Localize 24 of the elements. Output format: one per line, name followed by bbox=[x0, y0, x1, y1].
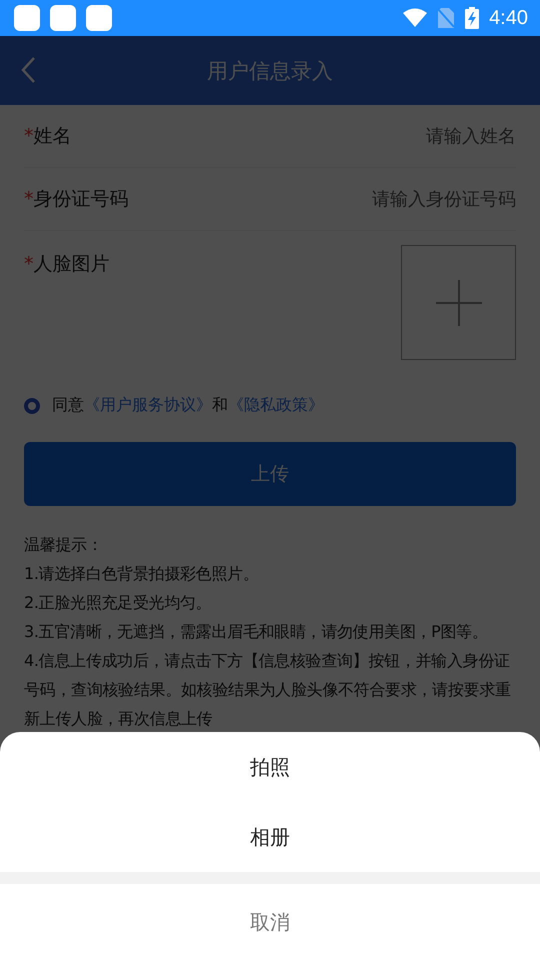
sheet-option[interactable]: 相册 bbox=[0, 802, 540, 872]
agree-radio[interactable] bbox=[24, 398, 40, 414]
tip-text: 2.正脸光照充足受光均匀。 bbox=[24, 592, 212, 614]
field-label: *人脸图片 bbox=[24, 252, 110, 277]
page-title: 用户信息录入 bbox=[207, 58, 333, 84]
tip-text: 3.五官清晰，无遮挡，需露出眉毛和眼睛，请勿使用美图，P图等。 bbox=[24, 621, 489, 643]
notification-icon bbox=[14, 5, 40, 31]
tip-text: 温馨提示： bbox=[24, 534, 104, 556]
notification-icon bbox=[50, 5, 76, 31]
tip-text: 4.信息上传成功后，请点击下方【信息核验查询】按钮，并输入身份证号码，查询核验结果。如核验结果为人脸头像不符合要求，请按要求重新上传人脸，再次信息上传 bbox=[24, 650, 512, 730]
cancel-button[interactable]: 取消 bbox=[0, 884, 540, 960]
field-label: *身份证号码 bbox=[24, 187, 128, 212]
add-photo-button[interactable] bbox=[401, 245, 516, 360]
sheet-option[interactable]: 拍照 bbox=[0, 732, 540, 802]
battery-charging-icon bbox=[465, 7, 480, 29]
notification-icon bbox=[86, 5, 112, 31]
plus-icon bbox=[436, 280, 482, 326]
clock: 4:40 bbox=[489, 6, 528, 30]
no-sim-icon bbox=[437, 7, 456, 29]
agreement-text: 同意《用户服务协议》和《隐私政策》 bbox=[52, 395, 324, 416]
back-icon bbox=[20, 56, 36, 84]
tip-text: 1.请选择白色背景拍摄彩色照片。 bbox=[24, 563, 260, 585]
field-label: *姓名 bbox=[24, 124, 72, 149]
wifi-icon bbox=[403, 8, 428, 28]
